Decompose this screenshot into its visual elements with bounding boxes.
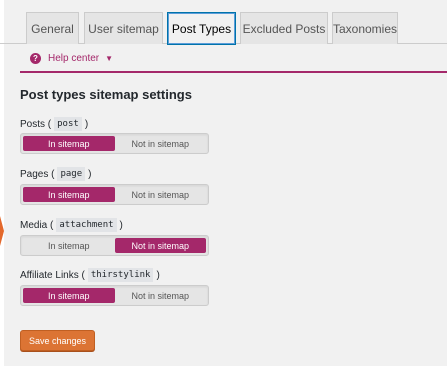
option-not-in-sitemap[interactable]: Not in sitemap [114,238,206,253]
field-label-close: ) [84,118,89,130]
save-changes-button[interactable]: Save changes [20,330,95,351]
field-label-text: Pages ( [20,168,55,180]
tab-bar: General User sitemap Post Types Excluded… [0,0,447,45]
field-label-close: ) [88,168,92,180]
question-icon: ? [30,52,41,64]
field-label-media: Media ( attachment ) [20,217,123,233]
field-label-pages: Pages ( page ) [20,166,92,182]
option-in-sitemap[interactable]: In sitemap [23,187,115,202]
option-in-sitemap[interactable]: In sitemap [23,288,115,303]
option-not-in-sitemap[interactable]: Not in sitemap [115,187,207,202]
post-type-slug: attachment [56,218,117,232]
field-label-text: Media ( [20,219,54,231]
tab-user-sitemap[interactable]: User sitemap [84,12,163,44]
caret-down-icon: ▼ [105,53,114,63]
toggle-posts: In sitemap Not in sitemap [20,133,209,154]
option-in-sitemap[interactable]: In sitemap [23,136,115,151]
field-label-affiliate-links: Affiliate Links ( thirstylink ) [20,267,160,283]
tab-post-types[interactable]: Post Types [167,12,236,45]
section-divider [20,71,447,73]
field-label-text: Posts ( [20,118,52,130]
field-label-posts: Posts ( post ) [20,116,88,132]
section-title: Post types sitemap settings [20,87,192,102]
field-label-close: ) [119,219,123,231]
field-label-text: Affiliate Links ( [20,269,85,281]
tab-general[interactable]: General [26,12,79,44]
toggle-pages: In sitemap Not in sitemap [20,184,209,205]
post-type-slug: page [57,167,86,181]
help-center-toggle[interactable]: ? Help center ▼ [30,51,113,65]
tab-excluded-posts[interactable]: Excluded Posts [240,12,328,44]
toggle-media: In sitemap Not in sitemap [20,235,209,256]
help-center-label: Help center [48,52,100,64]
post-type-slug: thirstylink [87,268,154,282]
field-label-close: ) [156,269,160,281]
toggle-affiliate-links: In sitemap Not in sitemap [20,285,209,306]
post-type-slug: post [54,117,82,131]
tab-taxonomies[interactable]: Taxonomies [332,12,398,44]
left-edge [0,0,4,366]
option-in-sitemap[interactable]: In sitemap [23,238,115,253]
option-not-in-sitemap[interactable]: Not in sitemap [115,136,207,151]
option-not-in-sitemap[interactable]: Not in sitemap [115,288,207,303]
